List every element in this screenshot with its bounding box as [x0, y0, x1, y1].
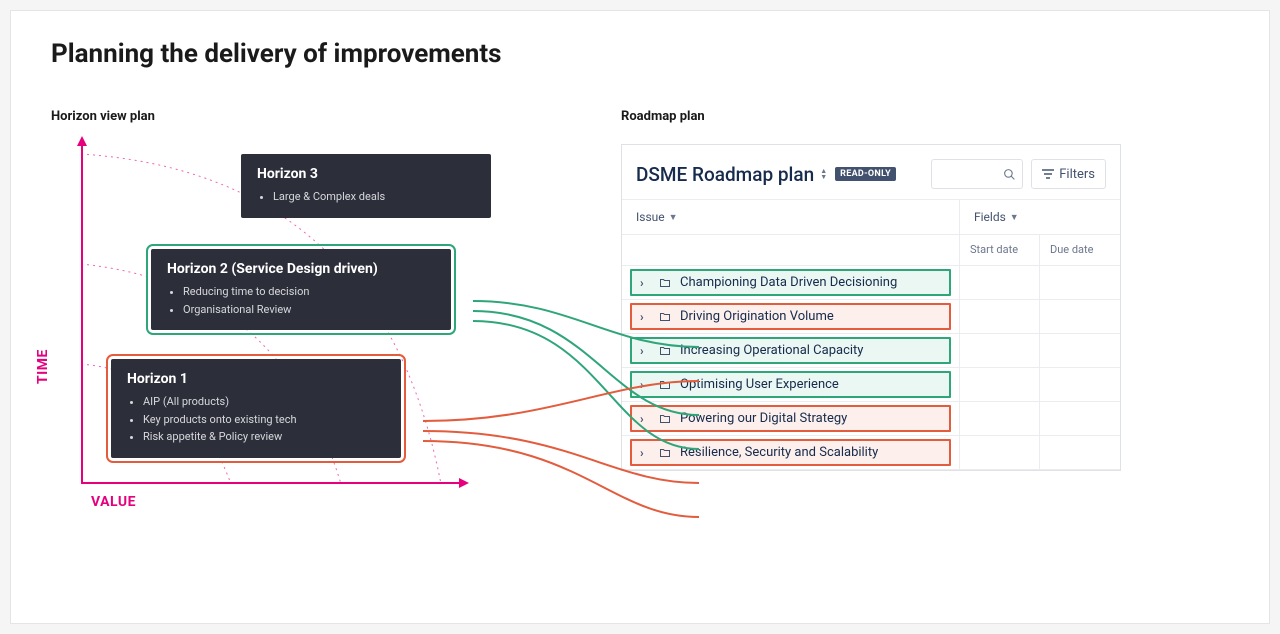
chevron-right-icon[interactable]: ›	[640, 344, 650, 358]
readonly-badge: READ-ONLY	[835, 167, 896, 181]
roadmap-dates-header: Start date Due date	[622, 235, 1120, 266]
list-item: Risk appetite & Policy review	[143, 428, 385, 446]
issue-label: Resilience, Security and Scalability	[680, 445, 878, 460]
horizon-1-card: Horizon 1 AIP (All products) Key product…	[111, 359, 401, 458]
folder-icon	[658, 413, 672, 425]
roadmap-title-wrap[interactable]: DSME Roadmap plan ▲▼	[636, 163, 827, 186]
horizon-3-card: Horizon 3 Large & Complex deals	[241, 154, 491, 218]
column-start-date: Start date	[960, 235, 1040, 265]
issue-label: Driving Origination Volume	[680, 309, 834, 324]
table-row: › Championing Data Driven Decisioning	[622, 266, 1120, 300]
issue-chip[interactable]: › Driving Origination Volume	[630, 303, 951, 330]
axis-y-label: TIME	[35, 349, 51, 384]
horizon-1-title: Horizon 1	[127, 371, 385, 387]
chevron-right-icon[interactable]: ›	[640, 378, 650, 392]
column-issue-label: Issue	[636, 210, 665, 224]
horizon-2-list: Reducing time to decision Organisational…	[167, 283, 435, 318]
roadmap-section: Roadmap plan DSME Roadmap plan ▲▼ READ-O…	[621, 109, 1229, 524]
table-row: › Driving Origination Volume	[622, 300, 1120, 334]
chevron-right-icon[interactable]: ›	[640, 310, 650, 324]
folder-icon	[658, 447, 672, 459]
issue-cell: › Powering our Digital Strategy	[622, 402, 960, 435]
table-row: › Increasing Operational Capacity	[622, 334, 1120, 368]
issue-label: Increasing Operational Capacity	[680, 343, 863, 358]
folder-icon	[658, 379, 672, 391]
issue-label: Optimising User Experience	[680, 377, 839, 392]
list-item: Large & Complex deals	[273, 188, 475, 206]
issue-chip[interactable]: › Resilience, Security and Scalability	[630, 439, 951, 466]
columns: Horizon view plan VALUE TIME Horizon 3 L…	[51, 109, 1229, 524]
issue-cell: › Optimising User Experience	[622, 368, 960, 401]
axis-x	[81, 482, 461, 484]
issue-chip[interactable]: › Optimising User Experience	[630, 371, 951, 398]
issue-label: Championing Data Driven Decisioning	[680, 275, 897, 290]
issue-label: Powering our Digital Strategy	[680, 411, 847, 426]
chevron-down-icon: ▼	[669, 212, 678, 223]
start-date-cell	[960, 300, 1040, 333]
list-item: Reducing time to decision	[183, 283, 435, 301]
due-date-cell	[1040, 368, 1120, 401]
sort-arrows-icon: ▲▼	[820, 168, 827, 180]
horizon-view-section: Horizon view plan VALUE TIME Horizon 3 L…	[51, 109, 621, 524]
issue-chip[interactable]: › Increasing Operational Capacity	[630, 337, 951, 364]
horizon-3-title: Horizon 3	[257, 166, 475, 182]
filter-icon	[1042, 169, 1054, 179]
folder-icon	[658, 311, 672, 323]
start-date-cell	[960, 436, 1040, 469]
issue-cell: › Resilience, Security and Scalability	[622, 436, 960, 469]
issue-cell: › Increasing Operational Capacity	[622, 334, 960, 367]
roadmap-panel: DSME Roadmap plan ▲▼ READ-ONLY Filters I…	[621, 144, 1121, 471]
roadmap-title-text: DSME Roadmap plan	[636, 163, 814, 186]
table-row: › Resilience, Security and Scalability	[622, 436, 1120, 470]
chevron-right-icon[interactable]: ›	[640, 446, 650, 460]
roadmap-header: DSME Roadmap plan ▲▼ READ-ONLY Filters	[622, 145, 1120, 200]
section-label-left: Horizon view plan	[51, 109, 621, 124]
list-item: AIP (All products)	[143, 393, 385, 411]
table-row: › Powering our Digital Strategy	[622, 402, 1120, 436]
folder-icon	[658, 345, 672, 357]
folder-icon	[658, 277, 672, 289]
issue-cell: › Championing Data Driven Decisioning	[622, 266, 960, 299]
issue-chip[interactable]: › Championing Data Driven Decisioning	[630, 269, 951, 296]
search-input[interactable]	[931, 159, 1023, 189]
axis-y	[81, 144, 83, 484]
list-item: Key products onto existing tech	[143, 411, 385, 429]
horizon-1-list: AIP (All products) Key products onto exi…	[127, 393, 385, 446]
list-item: Organisational Review	[183, 301, 435, 319]
column-issue[interactable]: Issue ▼	[622, 200, 960, 234]
horizon-3-list: Large & Complex deals	[257, 188, 475, 206]
blank-cell	[622, 235, 960, 265]
horizon-2-card: Horizon 2 (Service Design driven) Reduci…	[151, 249, 451, 330]
start-date-cell	[960, 334, 1040, 367]
start-date-cell	[960, 266, 1040, 299]
filters-label: Filters	[1059, 167, 1095, 182]
due-date-cell	[1040, 436, 1120, 469]
table-row: › Optimising User Experience	[622, 368, 1120, 402]
issue-chip[interactable]: › Powering our Digital Strategy	[630, 405, 951, 432]
issue-rows: › Championing Data Driven Decisioning › Dri…	[622, 266, 1120, 470]
page-title: Planning the delivery of improvements	[51, 39, 1229, 69]
start-date-cell	[960, 402, 1040, 435]
horizon-chart: VALUE TIME Horizon 3 Large & Complex dea…	[61, 144, 621, 524]
start-date-cell	[960, 368, 1040, 401]
slide-frame: Planning the delivery of improvements Ho…	[10, 10, 1270, 624]
axis-x-label: VALUE	[91, 494, 136, 510]
column-fields[interactable]: Fields ▼	[960, 200, 1120, 234]
search-icon	[1003, 168, 1016, 181]
filters-button[interactable]: Filters	[1031, 159, 1106, 189]
roadmap-column-header: Issue ▼ Fields ▼	[622, 200, 1120, 235]
due-date-cell	[1040, 334, 1120, 367]
due-date-cell	[1040, 300, 1120, 333]
column-due-date: Due date	[1040, 235, 1120, 265]
issue-cell: › Driving Origination Volume	[622, 300, 960, 333]
due-date-cell	[1040, 402, 1120, 435]
chevron-right-icon[interactable]: ›	[640, 412, 650, 426]
horizon-2-title: Horizon 2 (Service Design driven)	[167, 261, 435, 277]
chevron-right-icon[interactable]: ›	[640, 276, 650, 290]
due-date-cell	[1040, 266, 1120, 299]
chevron-down-icon: ▼	[1010, 212, 1019, 223]
section-label-right: Roadmap plan	[621, 109, 1229, 124]
column-fields-label: Fields	[974, 210, 1006, 224]
